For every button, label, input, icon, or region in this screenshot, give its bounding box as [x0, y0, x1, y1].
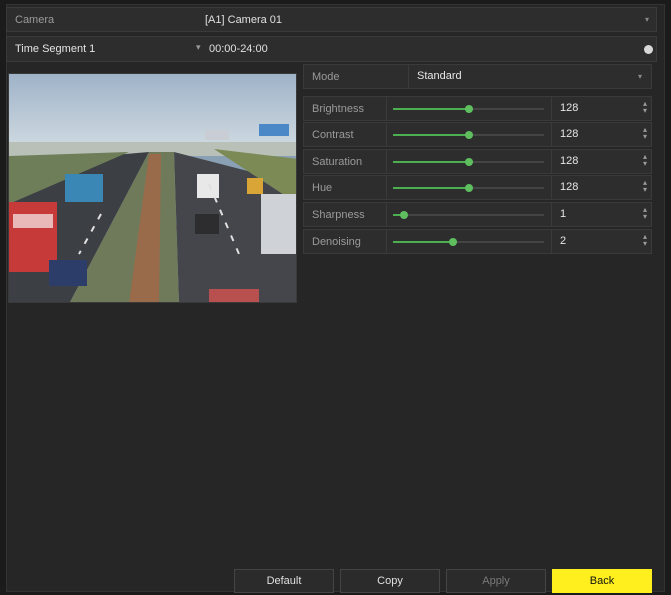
brightness-label: Brightness: [312, 103, 364, 115]
spinner-icon[interactable]: ▴ ▾: [643, 126, 647, 141]
denoising-label: Denoising: [312, 236, 361, 248]
hue-slider[interactable]: [386, 176, 550, 199]
brightness-value: 128: [560, 102, 579, 114]
hue-field[interactable]: 128 ▴ ▾: [551, 176, 652, 199]
param-row-saturation: Saturation 128 ▴ ▾: [303, 149, 652, 174]
time-segment-value: 00:00-24:00: [209, 43, 268, 55]
param-row-denoising: Denoising 2 ▴ ▾: [303, 229, 652, 254]
copy-button[interactable]: Copy: [340, 569, 440, 593]
param-row-contrast: Contrast 128 ▴ ▾: [303, 122, 652, 147]
brightness-slider[interactable]: [386, 97, 550, 120]
saturation-slider[interactable]: [386, 150, 550, 173]
chevron-down-icon: ▾: [638, 72, 643, 81]
hue-label: Hue: [312, 182, 333, 194]
slider-thumb[interactable]: [464, 131, 473, 139]
slider-thumb[interactable]: [399, 211, 408, 219]
mode-label: Mode: [312, 71, 340, 83]
hue-value: 128: [560, 181, 579, 193]
default-button[interactable]: Default: [234, 569, 334, 593]
mode-dropdown[interactable]: Standard: [408, 65, 652, 88]
spinner-icon[interactable]: ▴ ▾: [643, 206, 647, 221]
saturation-label: Saturation: [312, 156, 363, 168]
spinner-icon[interactable]: ▴ ▾: [643, 179, 647, 194]
sharpness-field[interactable]: 1 ▴ ▾: [551, 203, 652, 226]
brightness-field[interactable]: 128 ▴ ▾: [551, 97, 652, 120]
contrast-value: 128: [560, 128, 579, 140]
camera-selector[interactable]: Camera [A1] Camera 01 ▾: [6, 7, 657, 32]
sharpness-slider[interactable]: [386, 203, 550, 226]
saturation-value: 128: [560, 155, 579, 167]
mode-value: Standard: [417, 70, 462, 82]
param-row-hue: Hue 128 ▴ ▾: [303, 175, 652, 200]
slider-thumb[interactable]: [464, 158, 473, 166]
apply-button[interactable]: Apply: [446, 569, 546, 593]
param-row-sharpness: Sharpness 1 ▴ ▾: [303, 202, 652, 227]
slider-thumb[interactable]: [464, 105, 473, 113]
contrast-label: Contrast: [312, 129, 354, 141]
saturation-field[interactable]: 128 ▴ ▾: [551, 150, 652, 173]
denoising-field[interactable]: 2 ▴ ▾: [551, 230, 652, 253]
slider-thumb[interactable]: [449, 238, 458, 246]
camera-preview: [8, 73, 297, 303]
contrast-slider[interactable]: [386, 123, 550, 146]
contrast-field[interactable]: 128 ▴ ▾: [551, 123, 652, 146]
sharpness-value: 1: [560, 208, 567, 220]
param-row-brightness: Brightness 128 ▴ ▾: [303, 96, 652, 121]
camera-value: [A1] Camera 01: [205, 14, 283, 26]
slider-thumb[interactable]: [464, 184, 473, 192]
chevron-down-icon: ▾: [196, 42, 201, 52]
spinner-icon[interactable]: ▴ ▾: [643, 100, 647, 115]
highway-preview-image: [9, 74, 296, 302]
chevron-down-icon: ▾: [645, 15, 650, 24]
back-button[interactable]: Back: [552, 569, 652, 593]
camera-label: Camera: [15, 14, 55, 26]
denoising-value: 2: [560, 235, 567, 247]
spinner-icon[interactable]: ▴ ▾: [643, 153, 647, 168]
segment-settings-icon[interactable]: [644, 45, 653, 54]
sharpness-label: Sharpness: [312, 209, 365, 221]
mode-selector[interactable]: Mode Standard ▾: [303, 64, 652, 89]
time-segment-label: Time Segment 1: [15, 43, 96, 55]
spinner-icon[interactable]: ▴ ▾: [643, 233, 647, 248]
time-segment-selector[interactable]: Time Segment 1 ▾ 00:00-24:00: [6, 36, 657, 62]
denoising-slider[interactable]: [386, 230, 550, 253]
